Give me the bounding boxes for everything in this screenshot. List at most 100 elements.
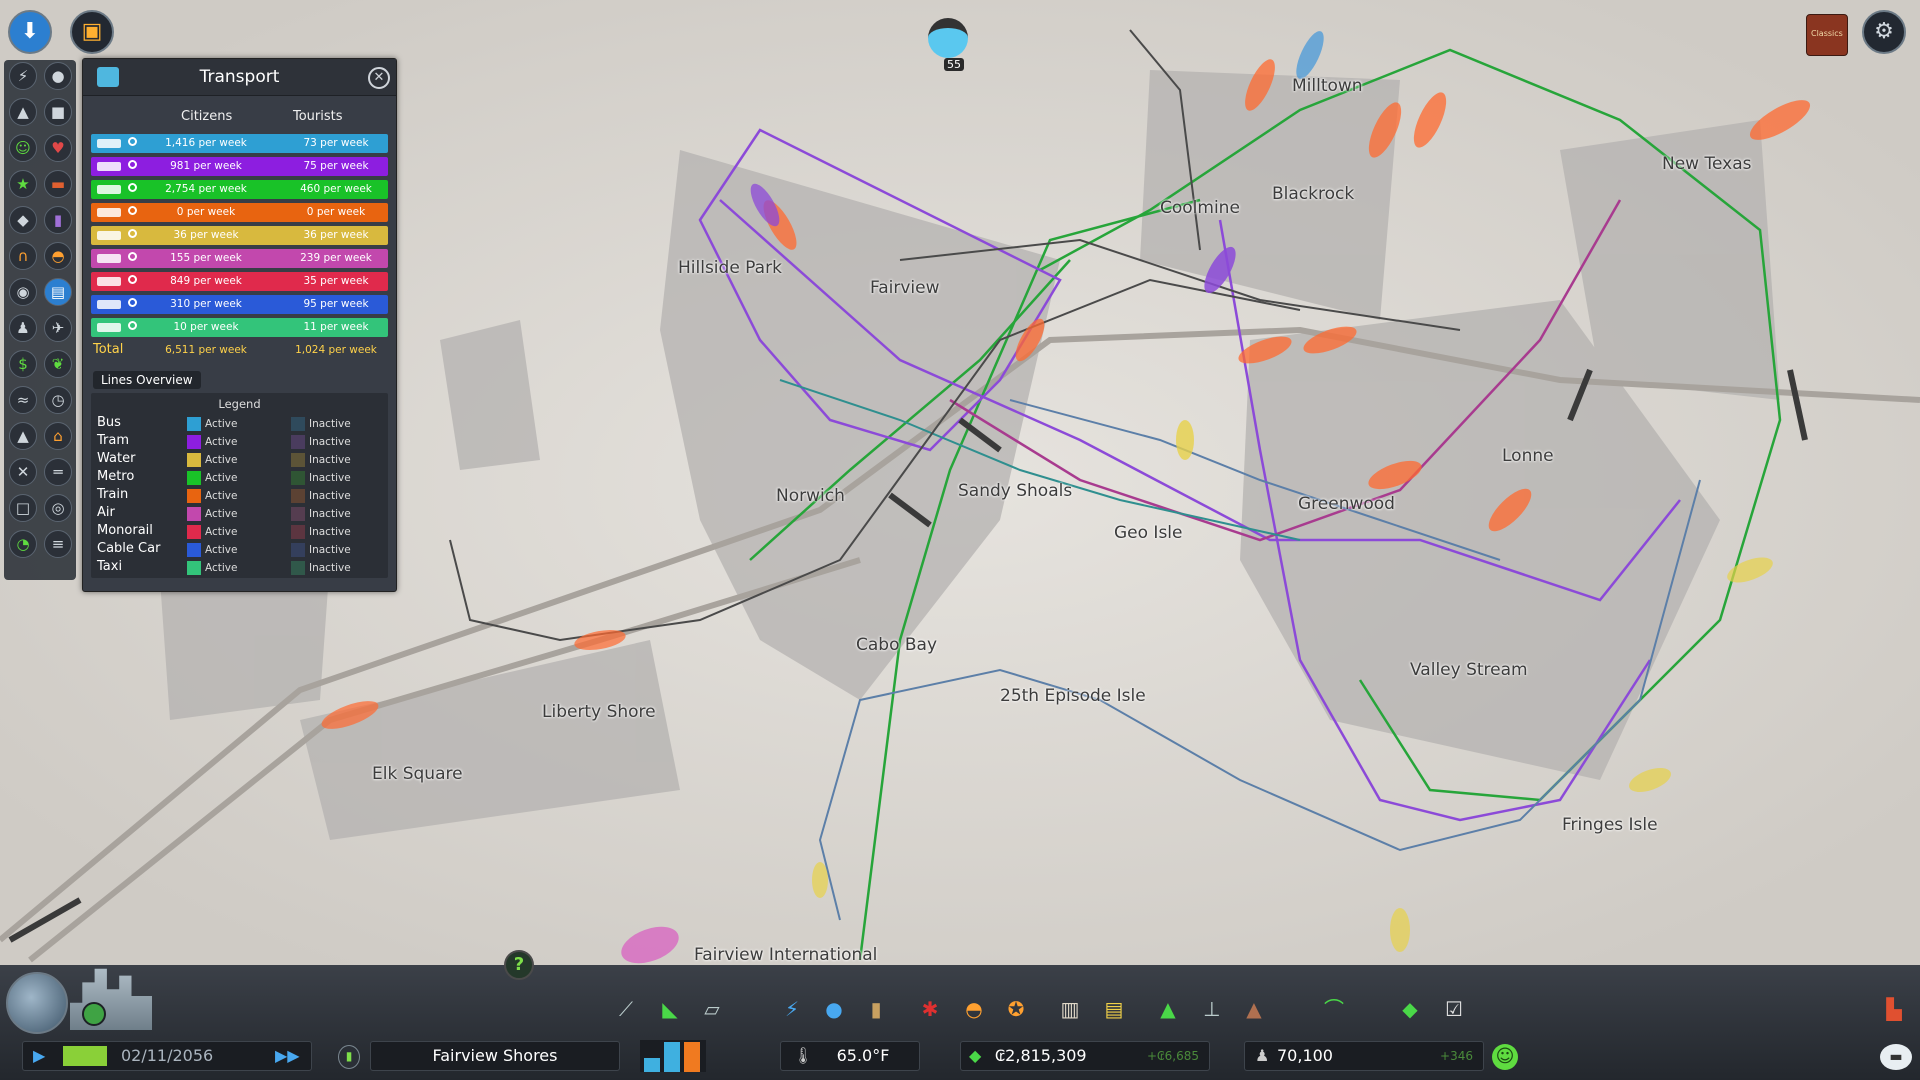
map-label-blackrock[interactable]: Blackrock: [1272, 184, 1354, 204]
stats-view-button[interactable]: ≡: [44, 530, 72, 558]
map-label-milltown[interactable]: Milltown: [1292, 76, 1363, 96]
search-icon[interactable]: [128, 183, 137, 192]
close-icon[interactable]: ✕: [368, 67, 390, 89]
map-label-fringes-isle[interactable]: Fringes Isle: [1562, 815, 1658, 835]
land-value-view-button[interactable]: $: [9, 350, 37, 378]
map-label-new-texas[interactable]: New Texas: [1662, 154, 1751, 174]
content-manager-button[interactable]: Classics: [1806, 14, 1848, 56]
checklist-icon: ☑: [1445, 997, 1463, 1021]
traffic-view-button[interactable]: ◆: [9, 206, 37, 234]
zoom-out-button[interactable]: ⬇: [8, 10, 52, 54]
districts-button[interactable]: ▱: [698, 995, 726, 1023]
search-icon[interactable]: [128, 160, 137, 169]
road-view-button[interactable]: ═: [44, 458, 72, 486]
wonders-button[interactable]: ▲: [1240, 995, 1268, 1023]
terrain-view-button[interactable]: ▲: [9, 422, 37, 450]
settings-button[interactable]: ⚙: [1862, 10, 1906, 54]
electricity-view-button[interactable]: ⚡: [9, 62, 37, 90]
police-button[interactable]: ✪: [1002, 995, 1030, 1023]
map-label-coolmine[interactable]: Coolmine: [1160, 198, 1240, 218]
electricity-button[interactable]: ⚡: [778, 995, 806, 1023]
search-icon[interactable]: [128, 298, 137, 307]
map-label-fairview-international[interactable]: Fairview International: [694, 945, 877, 965]
attractiveness-view-button[interactable]: ★: [9, 170, 37, 198]
beautification-button[interactable]: ▲: [1154, 995, 1182, 1023]
crime-view-button[interactable]: ◉: [9, 278, 37, 306]
money-button[interactable]: ◆: [1396, 995, 1424, 1023]
legend-mode-name: Metro: [97, 469, 135, 484]
chirper-button[interactable]: 55: [916, 6, 980, 76]
globe-icon[interactable]: [6, 972, 68, 1034]
play-icon[interactable]: ▶: [33, 1042, 45, 1070]
fire-view-button[interactable]: ◓: [44, 242, 72, 270]
garbage-button[interactable]: ▮: [862, 995, 890, 1023]
map-label-norwich[interactable]: Norwich: [776, 486, 845, 506]
garbage-view-button[interactable]: ▲: [9, 98, 37, 126]
residential-demand-bar: [644, 1058, 660, 1072]
monuments-button[interactable]: ⊥: [1198, 995, 1226, 1023]
map-label-sandy-shoals[interactable]: Sandy Shoals: [958, 481, 1072, 501]
search-icon[interactable]: [128, 252, 137, 261]
search-icon[interactable]: [128, 275, 137, 284]
escape-route-view-button[interactable]: ◎: [44, 494, 72, 522]
population-display[interactable]: ♟ 70,100 +346: [1244, 1041, 1484, 1071]
vehicle-icon: [97, 277, 121, 286]
population-view-button[interactable]: ♟: [9, 314, 37, 342]
chat-icon[interactable]: ▬: [1880, 1044, 1912, 1070]
pyramid-icon: ▲: [1246, 997, 1262, 1021]
help-button[interactable]: ?: [504, 950, 534, 980]
map-label-valley-stream[interactable]: Valley Stream: [1410, 660, 1528, 680]
entertainment-view-button[interactable]: ▬: [44, 170, 72, 198]
legend-row-bus: Bus Active Inactive: [91, 415, 388, 433]
lines-overview-tab[interactable]: Lines Overview: [93, 371, 201, 389]
heating-view-button[interactable]: ◔: [9, 530, 37, 558]
bulldozer-button[interactable]: ▙: [1880, 995, 1908, 1023]
roads-button[interactable]: ⟋: [612, 995, 640, 1023]
transport-button[interactable]: ▤: [1100, 995, 1128, 1023]
happiness-icon[interactable]: ☺: [1492, 1044, 1518, 1070]
search-icon[interactable]: [128, 137, 137, 146]
money-display[interactable]: ◆ ₢2,815,309 +₢6,685: [960, 1041, 1210, 1071]
resources-view-button[interactable]: ✈: [44, 314, 72, 342]
map-label-greenwood[interactable]: Greenwood: [1298, 494, 1395, 514]
zoning-button[interactable]: ◣: [656, 995, 684, 1023]
education-view-button[interactable]: ◷: [44, 386, 72, 414]
water-view-button[interactable]: ●: [44, 62, 72, 90]
search-icon[interactable]: [128, 206, 137, 215]
map-label-elk-square[interactable]: Elk Square: [372, 764, 463, 784]
pollution-view-button[interactable]: ▮: [44, 206, 72, 234]
search-icon[interactable]: [128, 321, 137, 330]
map-label-hillside-park[interactable]: Hillside Park: [678, 258, 782, 278]
map-label-liberty-shore[interactable]: Liberty Shore: [542, 702, 656, 722]
buildings-view-button[interactable]: ■: [44, 98, 72, 126]
health-view-button[interactable]: ♥: [44, 134, 72, 162]
healthcare-button[interactable]: ✱: [916, 995, 944, 1023]
milestone-icon[interactable]: [82, 1002, 106, 1026]
transport-view-button[interactable]: ▤: [44, 278, 72, 306]
policies-button[interactable]: ☑: [1440, 995, 1468, 1023]
snow-view-button[interactable]: □: [9, 494, 37, 522]
fire-helmet-icon: ◓: [965, 997, 983, 1021]
transport-panel-header[interactable]: Transport ✕: [83, 59, 396, 96]
map-label-cabo-bay[interactable]: Cabo Bay: [856, 635, 937, 655]
map-label-geo-isle[interactable]: Geo Isle: [1114, 523, 1183, 543]
maintenance-view-button[interactable]: ✕: [9, 458, 37, 486]
search-icon[interactable]: [128, 229, 137, 238]
city-name-field[interactable]: Fairview Shores: [370, 1041, 620, 1071]
noise-view-button[interactable]: ∩: [9, 242, 37, 270]
map-label-25th-episode-isle[interactable]: 25th Episode Isle: [1000, 686, 1146, 706]
fast-forward-icon[interactable]: ▶▶: [275, 1042, 300, 1070]
water-button[interactable]: ●: [820, 995, 848, 1023]
education-button[interactable]: ▥: [1056, 995, 1084, 1023]
clock-icon: ◷: [51, 391, 65, 409]
happiness-view-button[interactable]: ☺: [9, 134, 37, 162]
map-label-fairview[interactable]: Fairview: [870, 278, 940, 298]
wind-view-button[interactable]: ≈: [9, 386, 37, 414]
fire-button[interactable]: ◓: [960, 995, 988, 1023]
city-info-icon[interactable]: ▮: [338, 1045, 360, 1069]
districts-view-button[interactable]: ❦: [44, 350, 72, 378]
landscaping-button[interactable]: ⌒: [1320, 995, 1348, 1023]
unique-buildings-button[interactable]: ▣: [70, 10, 114, 54]
levelling-view-button[interactable]: ⌂: [44, 422, 72, 450]
map-label-lonne[interactable]: Lonne: [1502, 446, 1554, 466]
